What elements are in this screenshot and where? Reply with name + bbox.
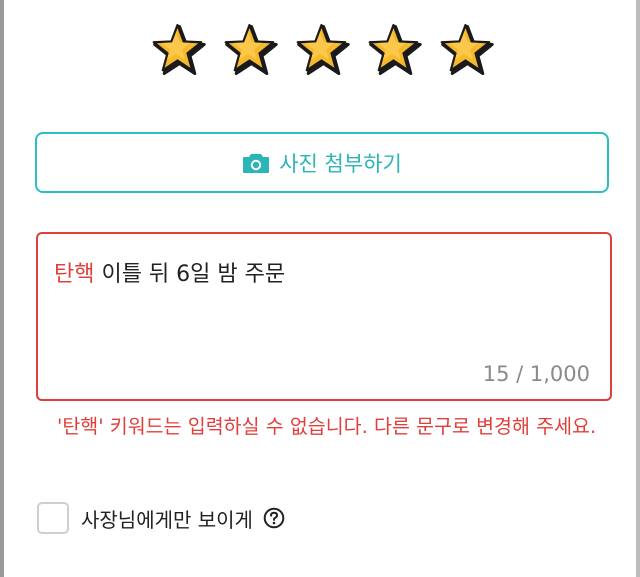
right-frame-edge (636, 0, 640, 577)
star-4-icon[interactable] (364, 20, 424, 80)
owner-only-option[interactable]: 사장님에게만 보이게 (37, 500, 285, 536)
error-message: '탄핵' 키워드는 입력하실 수 없습니다. 다른 문구로 변경해 주세요. (57, 415, 597, 438)
owner-only-label: 사장님에게만 보이게 (81, 507, 253, 532)
star-1-icon[interactable] (148, 20, 208, 80)
question-circle-icon[interactable] (263, 507, 285, 529)
review-text-rest: 이틀 뒤 6일 밤 주문 (94, 262, 286, 287)
camera-icon (243, 153, 270, 173)
blocked-keyword: 탄핵 (54, 262, 95, 287)
star-3-icon[interactable] (292, 20, 352, 80)
attach-photo-button[interactable]: 사진 첨부하기 (35, 132, 609, 193)
review-textarea[interactable]: 탄핵 이틀 뒤 6일 밤 주문 15 / 1,000 (36, 232, 612, 401)
left-frame-edge (0, 0, 4, 577)
character-counter: 15 / 1,000 (482, 362, 590, 386)
attach-photo-label: 사진 첨부하기 (279, 151, 402, 176)
star-5-icon[interactable] (436, 20, 496, 80)
owner-only-checkbox[interactable] (37, 502, 69, 534)
star-2-icon[interactable] (220, 20, 280, 80)
star-rating[interactable] (148, 20, 496, 80)
review-text[interactable]: 탄핵 이틀 뒤 6일 밤 주문 (54, 256, 285, 288)
